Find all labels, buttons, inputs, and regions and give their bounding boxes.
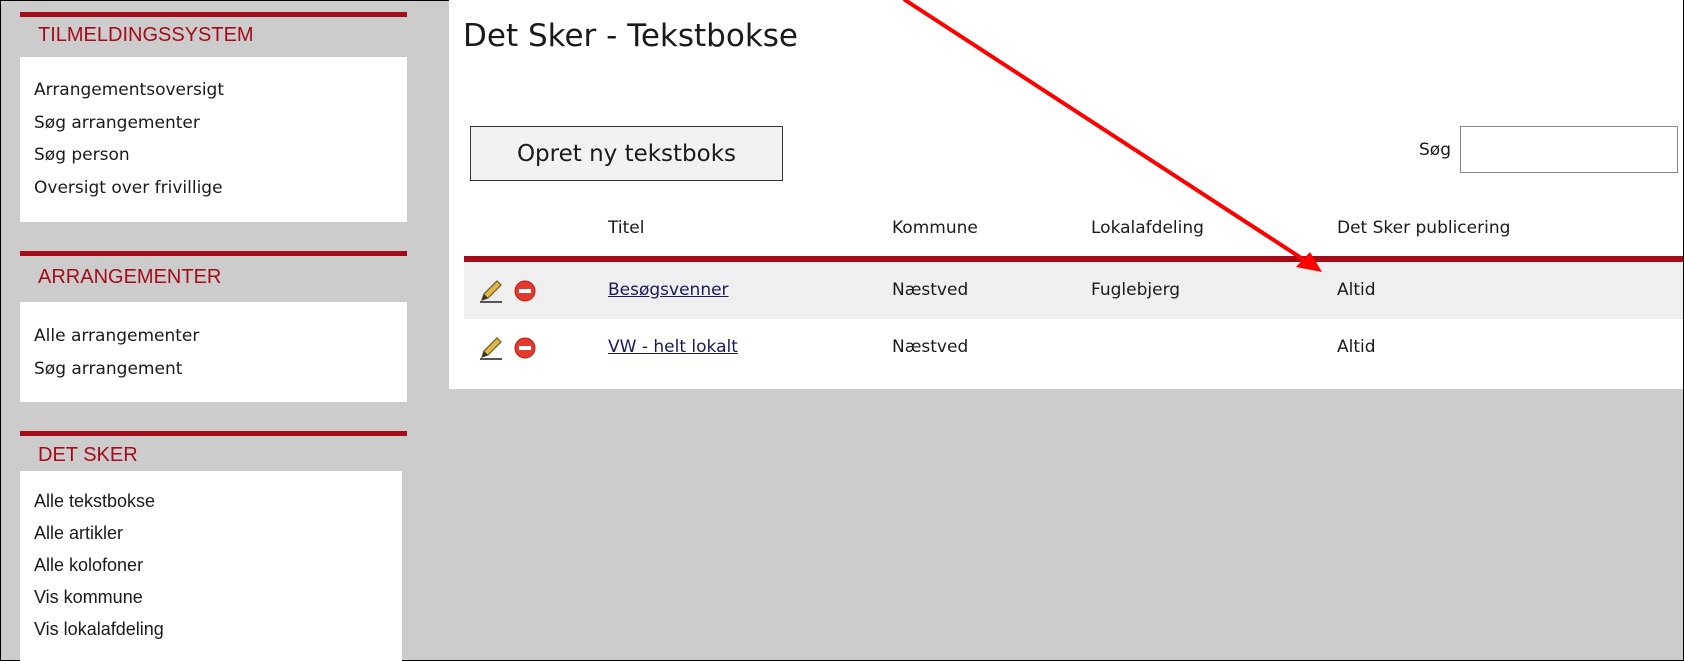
nav-soeg-person[interactable]: Søg person bbox=[34, 139, 407, 172]
row-lokalafdeling: Fuglebjerg bbox=[1091, 280, 1181, 300]
nav-oversigt-frivillige[interactable]: Oversigt over frivillige bbox=[34, 172, 407, 205]
main-content: Det Sker - Tekstbokse Opret ny tekstboks… bbox=[449, 0, 1683, 389]
create-textbox-button[interactable]: Opret ny tekstboks bbox=[470, 126, 783, 181]
row-publicering: Altid bbox=[1337, 337, 1376, 357]
panel-title-arrangementer: ARRANGEMENTER bbox=[20, 251, 407, 302]
nav-soeg-arrangement[interactable]: Søg arrangement bbox=[34, 353, 407, 386]
column-header-publicering[interactable]: Det Sker publicering bbox=[1337, 218, 1510, 238]
nav-alle-arrangementer[interactable]: Alle arrangementer bbox=[34, 320, 407, 353]
column-header-lokalafdeling[interactable]: Lokalafdeling bbox=[1091, 218, 1204, 238]
nav-alle-kolofoner[interactable]: Alle kolofoner bbox=[34, 549, 402, 581]
panel-det-sker: Alle tekstbokse Alle artikler Alle kolof… bbox=[20, 471, 402, 661]
nav-alle-artikler[interactable]: Alle artikler bbox=[34, 517, 402, 549]
panel-tilmeldingssystem: Arrangementsoversigt Søg arrangementer S… bbox=[20, 57, 407, 222]
column-header-kommune[interactable]: Kommune bbox=[892, 218, 978, 238]
nav-soeg-arrangementer[interactable]: Søg arrangementer bbox=[34, 107, 407, 140]
minus-circle-icon[interactable] bbox=[514, 337, 536, 359]
nav-arrangementsoversigt[interactable]: Arrangementsoversigt bbox=[34, 74, 407, 107]
search-label: Søg bbox=[1419, 140, 1451, 160]
pencil-icon[interactable] bbox=[478, 335, 504, 361]
panel-title-tilmeldingssystem: TILMELDINGSSYSTEM bbox=[20, 12, 407, 57]
panel-arrangementer: Alle arrangementer Søg arrangement bbox=[20, 302, 407, 402]
row-title-link[interactable]: VW - helt lokalt bbox=[608, 337, 738, 357]
column-header-titel[interactable]: Titel bbox=[608, 218, 644, 238]
page-title: Det Sker - Tekstbokse bbox=[463, 18, 799, 54]
nav-vis-lokalafdeling[interactable]: Vis lokalafdeling bbox=[34, 613, 402, 645]
search-input[interactable] bbox=[1460, 126, 1678, 173]
pencil-icon[interactable] bbox=[478, 278, 504, 304]
row-kommune: Næstved bbox=[892, 337, 969, 357]
row-publicering: Altid bbox=[1337, 280, 1376, 300]
row-title-link[interactable]: Besøgsvenner bbox=[608, 280, 729, 300]
minus-circle-icon[interactable] bbox=[514, 280, 536, 302]
row-kommune: Næstved bbox=[892, 280, 969, 300]
panel-title-det-sker: DET SKER bbox=[20, 431, 407, 471]
nav-vis-kommune[interactable]: Vis kommune bbox=[34, 581, 402, 613]
table-row: VW - helt lokalt Næstved Altid bbox=[464, 319, 1683, 376]
nav-alle-tekstbokse[interactable]: Alle tekstbokse bbox=[34, 485, 402, 517]
table-row: Besøgsvenner Næstved Fuglebjerg Altid bbox=[464, 262, 1683, 319]
